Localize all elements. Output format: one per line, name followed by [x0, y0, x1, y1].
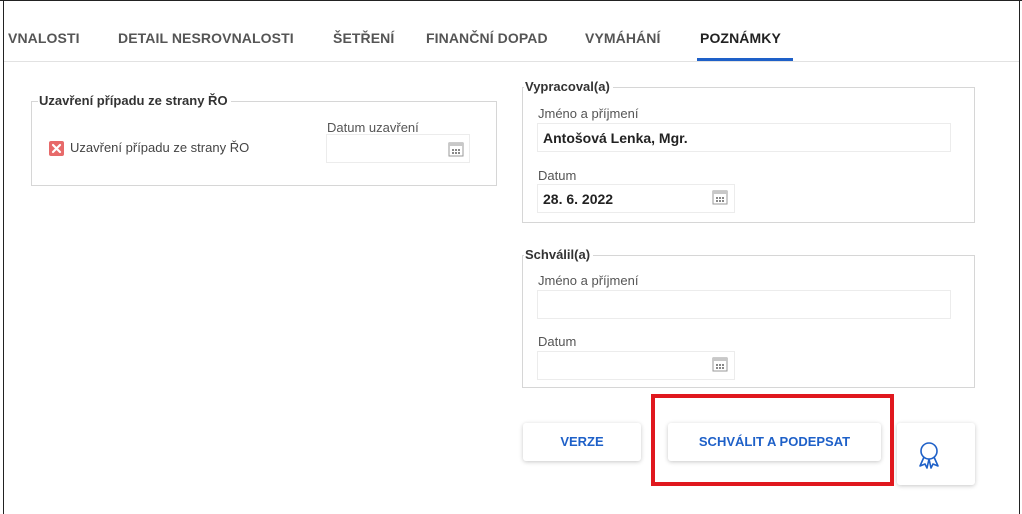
close-icon: [51, 143, 62, 154]
approved-name-label: Jméno a příjmení: [538, 273, 639, 288]
closure-date-label: Datum uzavření: [327, 120, 419, 135]
approved-date-input[interactable]: [537, 351, 735, 380]
approved-date-label: Datum: [538, 334, 577, 349]
prepared-name-input[interactable]: Antošová Lenka, Mgr.: [537, 123, 951, 152]
prepared-date-label: Datum: [538, 168, 577, 183]
award-ribbon-icon: [919, 442, 939, 469]
approved-name-input[interactable]: [537, 290, 951, 319]
tab-bar: VNALOSTI DETAIL NESROVNALOSTI ŠETŘENÍ FI…: [4, 0, 1019, 62]
tab-nesrovnalosti[interactable]: VNALOSTI: [8, 30, 80, 46]
versions-button[interactable]: VERZE: [523, 423, 641, 461]
closure-group: Uzavření případu ze strany ŘO Uzavření p…: [31, 93, 497, 186]
calendar-icon[interactable]: [448, 141, 464, 157]
prepared-legend: Vypracoval(a): [524, 79, 613, 94]
approved-legend: Schválil(a): [524, 247, 594, 262]
closure-checkbox-label: Uzavření případu ze strany ŘO: [70, 140, 250, 155]
tab-financni-dopad[interactable]: FINANČNÍ DOPAD: [426, 30, 548, 46]
closure-legend: Uzavření případu ze strany ŘO: [38, 93, 231, 108]
tab-vymahani[interactable]: VYMÁHÁNÍ: [585, 30, 660, 46]
prepared-group: Vypracoval(a) Jméno a příjmení Antošová …: [522, 79, 975, 223]
prepared-name-label: Jméno a příjmení: [538, 106, 639, 121]
tab-poznamky[interactable]: POZNÁMKY: [700, 30, 781, 46]
window-right-border: [1019, 0, 1020, 514]
approved-group: Schválil(a) Jméno a příjmení Datum: [522, 247, 975, 388]
window-left-border: [3, 0, 4, 514]
closure-checkbox[interactable]: [49, 141, 64, 156]
calendar-icon[interactable]: [712, 189, 728, 205]
prepared-date-input[interactable]: 28. 6. 2022: [537, 184, 735, 213]
tab-setreni[interactable]: ŠETŘENÍ: [333, 30, 394, 46]
highlight-box: [651, 394, 894, 486]
certificate-button[interactable]: [897, 423, 975, 485]
tab-bar-divider: [4, 61, 1019, 62]
calendar-icon[interactable]: [712, 356, 728, 372]
tab-detail-nesrovnalosti[interactable]: DETAIL NESROVNALOSTI: [118, 30, 294, 46]
